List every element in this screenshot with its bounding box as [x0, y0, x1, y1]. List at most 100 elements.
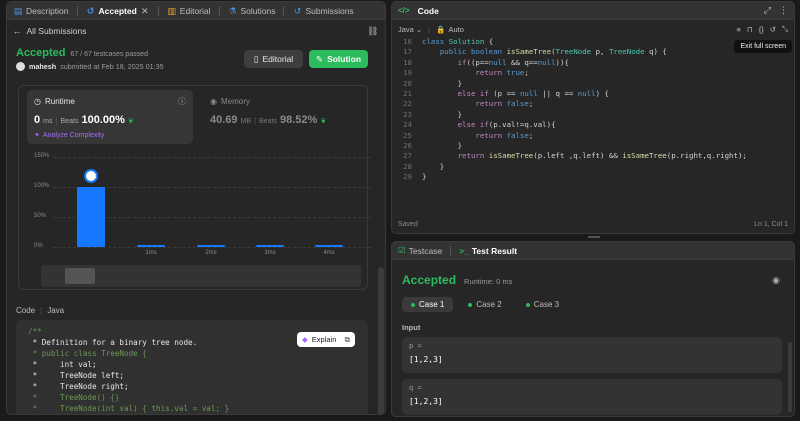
fullscreen-icon[interactable]: ⤢ — [764, 5, 771, 16]
line-number: 29 — [403, 172, 412, 182]
divider: | — [55, 116, 58, 125]
tab-solutions-label: Solutions — [240, 5, 276, 16]
tab-testcase[interactable]: ☑ Testcase — [398, 245, 442, 256]
code-line: 18 if((p==null && q==null)){ — [392, 58, 794, 68]
memory-value: 40.69 — [210, 114, 238, 126]
explain-button[interactable]: ◆ Explain ⧉ — [297, 332, 355, 347]
code-line: 25 return false; — [392, 131, 794, 141]
tab-solutions[interactable]: ⚗ Solutions — [228, 5, 276, 16]
link-icon[interactable]: ⛓ — [367, 26, 378, 36]
close-tab-icon[interactable]: ✕ — [140, 6, 150, 16]
submissions-icon: ↺ — [293, 5, 302, 16]
braces-icon[interactable]: {} — [759, 25, 764, 34]
input-q-name: q = — [409, 384, 422, 392]
slider-handle[interactable] — [65, 268, 95, 284]
code-line: 16 class Solution { — [392, 37, 794, 47]
case-1-tab[interactable]: Case 1 — [402, 297, 454, 312]
memory-values: 40.69 MB | Beats 98.52% ❦ — [210, 114, 326, 126]
memory-header: ◉ Memory — [210, 97, 250, 106]
copy-icon[interactable]: ⧉ — [345, 335, 350, 345]
info-icon[interactable]: ⓘ — [178, 96, 186, 107]
username[interactable]: mahesh — [29, 62, 56, 71]
code-line: 28 } — [392, 162, 794, 172]
tab-accepted-label: Accepted — [98, 5, 137, 16]
auto-toggle[interactable]: 🔒 Auto — [436, 25, 464, 34]
leaf-icon: ❦ — [320, 118, 327, 125]
editorial-button[interactable]: ▯ Editorial — [244, 50, 303, 68]
case-3-tab[interactable]: Case 3 — [517, 297, 568, 312]
input-label: Input — [402, 323, 421, 332]
analyze-complexity[interactable]: ✦ Analyze Complexity — [34, 131, 104, 140]
runtime-card[interactable]: ◷ Runtime ⓘ 0 ms | Beats 100.00% ❦ ✦ Ana… — [27, 90, 193, 144]
submitted-code-block: /** * Definition for a binary tree node.… — [16, 320, 368, 414]
accepted-icon: ↺ — [86, 5, 95, 16]
edit-icon: ✎ — [315, 53, 324, 64]
description-icon: ▤ — [13, 5, 23, 16]
checkbox-icon: ☑ — [398, 245, 406, 255]
language-label: Java — [398, 24, 414, 34]
code-text: } — [422, 109, 463, 119]
code-text: } — [422, 140, 463, 150]
code-editor[interactable]: 16 class Solution {17 public boolean isSa… — [392, 37, 794, 182]
solution-button[interactable]: ✎ Solution — [309, 50, 368, 68]
explain-label: Explain — [311, 335, 337, 344]
bookmark-icon[interactable]: ⊓ — [747, 25, 753, 34]
clock-icon: ◷ — [34, 97, 41, 106]
reset-icon[interactable]: ↺ — [770, 25, 776, 34]
editor-toolbar: Java ⌄ | 🔒 Auto ≡ ⊓ {} ↺ ⤡ — [392, 21, 794, 37]
test-result-panel: ☑ Testcase >_ Test Result Accepted Runti… — [391, 241, 795, 417]
line-number: 17 — [403, 47, 412, 57]
case-3-label: Case 3 — [533, 300, 560, 309]
result-scrollbar[interactable] — [788, 342, 792, 412]
editorial-button-label: Editorial — [262, 54, 294, 64]
panel-splitter[interactable] — [588, 236, 600, 238]
tab-submissions[interactable]: ↺ Submissions — [292, 5, 354, 16]
input-p-name: p = — [409, 342, 422, 350]
pass-dot — [468, 302, 473, 307]
left-tab-bar: ▤ Description ↺ Accepted ✕ ▥ Editorial ⚗… — [7, 2, 385, 20]
more-icon[interactable]: ⋮ — [779, 5, 788, 16]
code-text: } — [422, 161, 445, 171]
memory-card[interactable]: ◉ Memory 40.69 MB | Beats 98.52% ❦ — [203, 90, 363, 144]
case-1-label: Case 1 — [419, 300, 445, 309]
runtime-header: ◷ Runtime — [34, 97, 75, 106]
divider: | — [254, 116, 257, 125]
chevron-down-icon: ⌄ — [415, 24, 423, 34]
expand-icon[interactable]: ⤡ — [782, 24, 788, 34]
tab-accepted[interactable]: ↺ Accepted ✕ — [86, 6, 150, 16]
saved-status: Saved — [398, 221, 418, 228]
snippet-line: * TreeNode left; — [28, 371, 125, 380]
language-select[interactable]: Java ⌄ — [398, 25, 422, 34]
code-meta: Code | Java — [16, 306, 64, 315]
tab-test-result[interactable]: >_ Test Result — [459, 246, 517, 256]
chart-range-slider[interactable] — [41, 265, 361, 287]
line-number: 23 — [403, 109, 412, 119]
code-line: 27 return isSameTree(p.left ,q.left) && … — [392, 151, 794, 161]
eye-icon[interactable]: ◉ — [772, 275, 780, 286]
editorial-icon: ▥ — [167, 5, 177, 16]
case-2-tab[interactable]: Case 2 — [459, 297, 510, 312]
tab-description[interactable]: ▤ Description — [13, 6, 69, 16]
code-text: } — [422, 172, 427, 182]
solutions-icon: ⚗ — [228, 5, 237, 16]
input-q: q = [1,2,3] — [402, 379, 782, 415]
pass-dot — [411, 302, 415, 307]
back-label: All Submissions — [26, 26, 87, 36]
result-status: Accepted — [402, 273, 457, 287]
tab-editorial[interactable]: ▥ Editorial — [167, 6, 211, 16]
format-icon[interactable]: ≡ — [736, 25, 740, 34]
left-scrollbar[interactable] — [378, 267, 384, 414]
sparkle-icon: ◆ — [302, 335, 308, 344]
tab-divider — [157, 5, 159, 16]
runtime-value: 0 — [34, 114, 41, 126]
code-text: class Solution { — [422, 37, 494, 46]
case-2-label: Case 2 — [476, 300, 502, 309]
divider: | — [40, 306, 43, 315]
back-to-submissions[interactable]: ← All Submissions — [13, 26, 87, 36]
code-line: 19 return true; — [392, 68, 794, 78]
code-text: } — [422, 78, 463, 88]
line-number: 20 — [403, 78, 412, 88]
status-accepted: Accepted — [16, 47, 66, 59]
testcases-passed: 67 / 67 testcases passed — [70, 51, 148, 58]
tab-submissions-label: Submissions — [305, 5, 354, 16]
